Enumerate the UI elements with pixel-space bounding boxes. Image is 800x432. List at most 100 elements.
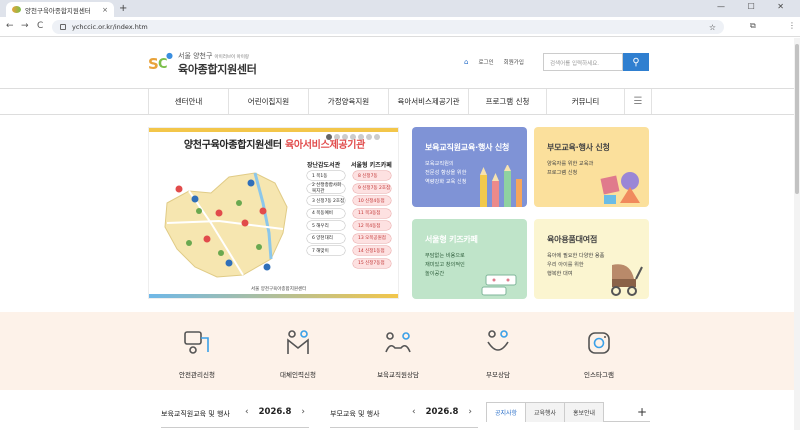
substitute-staff-icon: [287, 330, 309, 354]
browser-menu-icon[interactable]: ⋮: [788, 21, 796, 30]
kids-cafe-item: 10 신정4동점: [353, 196, 391, 205]
kids-cafe-item: 15 신정7동점: [353, 258, 391, 268]
stroller-illustration: [611, 264, 643, 296]
forward-arrow-icon[interactable]: →: [21, 21, 29, 31]
banner-caption: 서울 양천구육아종합지원센터: [251, 287, 307, 292]
quick-label: 보육교직원상담: [377, 371, 419, 379]
new-tab-button[interactable]: +: [119, 3, 127, 14]
window-controls[interactable]: — ☐ ✕: [717, 2, 794, 11]
calendar-month: 2026.8: [425, 407, 459, 417]
nav-item-home-parenting[interactable]: 가정양육지원: [308, 89, 388, 114]
pencils-illustration: [480, 165, 522, 207]
back-arrow-icon[interactable]: ←: [6, 21, 14, 31]
banner-bottom-bar: [149, 294, 398, 298]
quick-teacher-counseling[interactable]: 보육교직원상담: [348, 328, 448, 379]
tab-notices[interactable]: 공지사항: [486, 402, 526, 422]
main-banner[interactable]: 양천구육아종합지원센터 육아서비스제공기관 장난감도서관 서울형 키즈카페 1 …: [148, 127, 399, 299]
instagram-icon: [588, 332, 610, 354]
login-link[interactable]: 로그인: [478, 58, 493, 66]
toy-library-item: 7 해맞이: [307, 246, 345, 255]
quick-substitute-staff[interactable]: 대체인력신청: [248, 328, 348, 379]
utility-links: ⌂ 로그인 회원가입: [464, 58, 524, 66]
toy-library-heading: 장난감도서관: [307, 162, 341, 169]
district-map-illustration: [164, 172, 288, 278]
search-input[interactable]: 검색어를 입력하세요.: [543, 53, 623, 71]
toy-library-item: 3 신정7동 2호점: [307, 196, 345, 205]
notice-more-button[interactable]: +: [634, 402, 650, 422]
quick-instagram[interactable]: 인스타그램: [549, 328, 649, 379]
logo-title: 육아종합지원센터: [178, 63, 257, 76]
address-bar[interactable]: ychccic.or.kr/index.htm ☆: [52, 20, 724, 34]
tab-close-icon[interactable]: ×: [102, 6, 108, 14]
card-title: 보육교직원교육·행사 신청: [425, 143, 510, 152]
browser-tab[interactable]: 양천구육아종합지원센터 ×: [6, 2, 114, 17]
next-month-button[interactable]: ›: [301, 407, 305, 417]
calendar-month-control: ‹ 2026.8 ›: [412, 407, 472, 417]
toy-library-item: 1 목1동: [307, 171, 345, 180]
card-teacher-education[interactable]: 보육교직원교육·행사 신청 보육교직원의 전문성 향상을 위한 역량강화 교육 …: [412, 127, 527, 207]
kids-cafe-item: 12 목4동점: [353, 221, 391, 230]
nav-item-service-providers[interactable]: 육아서비스제공기관: [388, 89, 468, 114]
nav-item-daycare-support[interactable]: 어린이집지원: [228, 89, 308, 114]
site-page: S C ● 서울 양천구 아이러브이 아이랑 육아종합지원센터 ⌂ 로그인 회원가…: [0, 38, 800, 430]
kids-cafe-item: 9 신정7동 2호점: [353, 183, 391, 193]
notice-tabs: 공지사항 교육행사 홍보안내: [486, 402, 650, 422]
next-month-button[interactable]: ›: [468, 407, 472, 417]
extensions-icon[interactable]: ⧉: [750, 21, 756, 31]
nav-item-center-info[interactable]: 센터안내: [148, 89, 228, 114]
parent-counseling-icon: [487, 330, 509, 351]
nav-item-program-apply[interactable]: 프로그램 신청: [468, 89, 546, 114]
tab-title: 양천구육아종합지원센터: [25, 6, 91, 15]
quick-label: 안전관리신청: [179, 371, 215, 379]
logo-subtitle: 서울 양천구 아이러브이 아이랑: [178, 52, 249, 60]
scrollbar-thumb[interactable]: [795, 44, 799, 194]
reload-icon[interactable]: C: [37, 21, 43, 31]
home-icon[interactable]: ⌂: [464, 58, 468, 66]
calendar-parent-events: 부모교육 및 행사 ‹ 2026.8 ›: [317, 402, 478, 432]
calendar-month: 2026.8: [258, 407, 292, 417]
quick-safety-management[interactable]: 안전관리신청: [147, 328, 247, 379]
logo-mark-icon: S C ●: [148, 51, 173, 73]
teacher-counseling-icon: [385, 332, 411, 353]
banner-top-bar: [149, 128, 398, 132]
toy-library-item: 6 양천대리: [307, 233, 345, 243]
card-text: 부담없는 비용으로 재미있고 창의적인 놀이공간: [425, 253, 465, 277]
prev-month-button[interactable]: ‹: [412, 407, 416, 417]
toy-library-item: 4 목동예비: [307, 208, 345, 218]
card-title: 서울형 키즈카페: [425, 235, 478, 244]
card-text: 육아에 필요한 다양한 용품 우리 아이를 위한 행복한 대여: [547, 253, 605, 277]
kids-cafe-item: 14 신정1동점: [353, 246, 391, 255]
toy-library-item: 2 신정종합사회복지관: [307, 183, 345, 194]
calendar-teacher-events: 보육교직원교육 및 행사 ‹ 2026.8 ›: [148, 402, 309, 432]
kids-cafe-item: 11 목3동점: [353, 208, 391, 218]
all-menu-icon[interactable]: ☰: [624, 89, 652, 114]
card-title: 부모교육·행사 신청: [547, 143, 610, 152]
quick-label: 대체인력신청: [280, 371, 316, 379]
quick-parent-counseling[interactable]: 부모상담: [448, 328, 548, 379]
site-info-icon[interactable]: [60, 24, 66, 30]
safety-management-icon: [184, 331, 209, 354]
card-baby-goods-rental[interactable]: 육아용품대여점 육아에 필요한 다양한 용품 우리 아이를 위한 행복한 대여: [534, 219, 649, 299]
card-parent-education[interactable]: 부모교육·행사 신청 양육자를 위한 교육과 프로그램 신청: [534, 127, 649, 207]
banner-title: 양천구육아종합지원센터 육아서비스제공기관: [183, 140, 366, 151]
calendar-title: 보육교직원교육 및 행사: [161, 410, 230, 418]
calendar-title: 부모교육 및 행사: [330, 410, 380, 418]
search-button[interactable]: ⚲: [623, 53, 649, 71]
page-scrollbar[interactable]: [794, 38, 800, 430]
tab-promotion[interactable]: 홍보안내: [564, 402, 604, 422]
play-equipment-illustration: [481, 274, 517, 296]
card-text: 보육교직원의 전문성 향상을 위한 역량강화 교육 신청: [425, 161, 467, 185]
card-title: 육아용품대여점: [547, 235, 598, 244]
site-favicon-icon: [12, 6, 21, 13]
url-text: ychccic.or.kr/index.htm: [72, 23, 148, 31]
site-logo[interactable]: S C ● 서울 양천구 아이러브이 아이랑 육아종합지원센터: [148, 51, 257, 77]
browser-tab-strip: 양천구육아종합지원센터 × + — ☐ ✕: [0, 0, 800, 17]
tab-education-events[interactable]: 교육행사: [525, 402, 565, 422]
signup-link[interactable]: 회원가입: [504, 58, 524, 66]
bookmark-star-icon[interactable]: ☆: [709, 23, 716, 32]
card-text: 양육자를 위한 교육과 프로그램 신청: [547, 161, 594, 176]
nav-item-community[interactable]: 커뮤니티: [546, 89, 624, 114]
card-kids-cafe[interactable]: 서울형 키즈카페 부담없는 비용으로 재미있고 창의적인 놀이공간: [412, 219, 527, 299]
prev-month-button[interactable]: ‹: [245, 407, 249, 417]
calendar-month-control: ‹ 2026.8 ›: [245, 407, 305, 417]
